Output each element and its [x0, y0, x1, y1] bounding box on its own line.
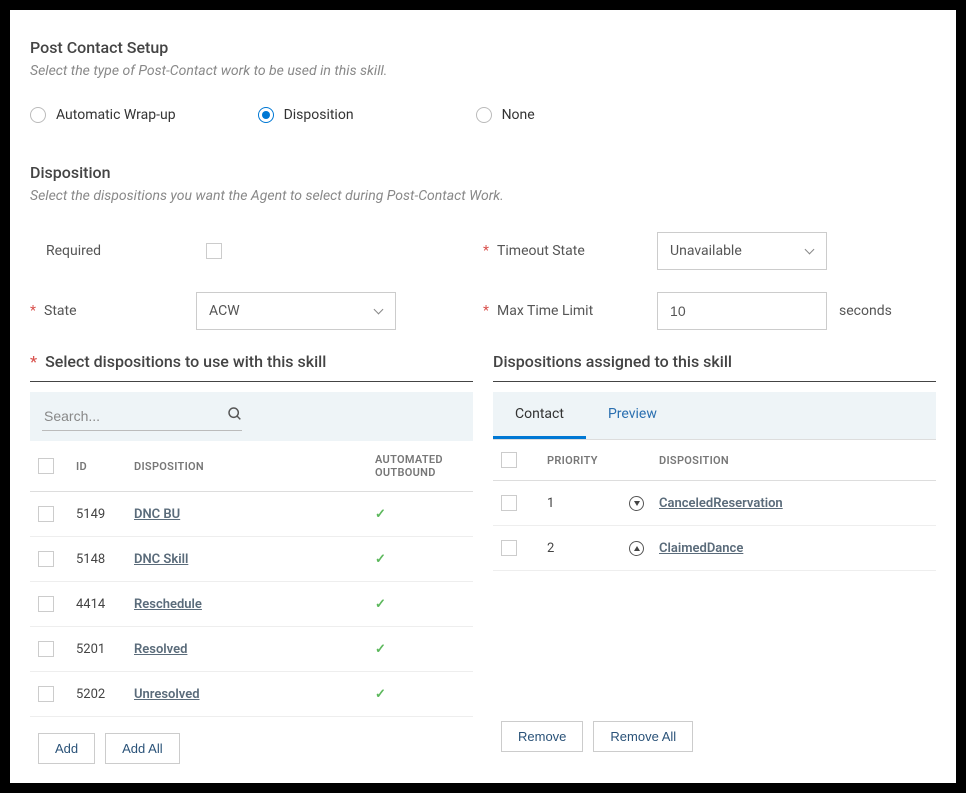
page-subtitle: Select the type of Post-Contact work to …	[30, 63, 936, 79]
row-id: 4414	[76, 597, 134, 612]
col-disposition[interactable]: DISPOSITION	[134, 460, 375, 473]
select-value: ACW	[209, 303, 240, 319]
tab-contact[interactable]: Contact	[493, 392, 586, 439]
radio-icon	[258, 107, 274, 123]
right-panel-title: Dispositions assigned to this skill	[493, 352, 732, 371]
radio-label: Disposition	[284, 107, 354, 123]
table-row: 5148 DNC Skill ✓	[30, 537, 473, 582]
search-icon[interactable]	[227, 406, 243, 426]
required-checkbox[interactable]	[206, 243, 222, 259]
radio-icon	[30, 107, 46, 123]
disposition-link[interactable]: Reschedule	[134, 597, 202, 612]
col-priority[interactable]: PRIORITY	[539, 454, 629, 467]
required-asterisk: *	[483, 243, 489, 259]
select-all-checkbox[interactable]	[38, 458, 54, 474]
arrow-up-icon	[634, 546, 640, 551]
row-priority: 2	[539, 541, 629, 556]
disposition-link[interactable]: DNC BU	[134, 507, 180, 522]
required-asterisk: *	[30, 352, 37, 371]
row-id: 5148	[76, 552, 134, 567]
disposition-subtitle: Select the dispositions you want the Age…	[30, 188, 936, 204]
disposition-link[interactable]: Resolved	[134, 642, 187, 657]
timeout-state-select[interactable]: Unavailable	[657, 232, 827, 270]
disposition-link[interactable]: Unresolved	[134, 687, 200, 702]
tabs: Contact Preview	[493, 392, 936, 440]
priority-up-button[interactable]	[629, 541, 644, 556]
table-row: 2 ClaimedDance	[493, 526, 936, 571]
radio-icon	[476, 107, 492, 123]
chevron-down-icon	[804, 246, 814, 256]
remove-button[interactable]: Remove	[501, 721, 583, 752]
check-icon: ✓	[375, 642, 386, 657]
row-checkbox[interactable]	[38, 506, 54, 522]
row-priority: 1	[539, 496, 629, 511]
timeout-state-label: Timeout State	[497, 243, 657, 259]
search-bar	[30, 392, 473, 441]
add-button[interactable]: Add	[38, 733, 95, 764]
row-checkbox[interactable]	[38, 551, 54, 567]
page-title: Post Contact Setup	[30, 38, 936, 57]
add-all-button[interactable]: Add All	[105, 733, 179, 764]
row-checkbox[interactable]	[38, 686, 54, 702]
row-checkbox[interactable]	[38, 596, 54, 612]
disposition-title: Disposition	[30, 163, 936, 182]
left-panel-title: Select dispositions to use with this ski…	[45, 352, 326, 371]
row-id: 5149	[76, 507, 134, 522]
required-label: Required	[46, 243, 206, 259]
row-checkbox[interactable]	[501, 540, 517, 556]
table-row: 5201 Resolved ✓	[30, 627, 473, 672]
check-icon: ✓	[375, 552, 386, 567]
select-all-checkbox[interactable]	[501, 452, 517, 468]
required-asterisk: *	[30, 303, 36, 319]
table-row: 4414 Reschedule ✓	[30, 582, 473, 627]
radio-none[interactable]: None	[476, 107, 535, 123]
col-disposition[interactable]: DISPOSITION	[659, 454, 928, 467]
radio-disposition[interactable]: Disposition	[258, 107, 354, 123]
post-contact-radio-group: Automatic Wrap-up Disposition None	[30, 107, 936, 123]
check-icon: ✓	[375, 687, 386, 702]
required-asterisk: *	[483, 303, 489, 319]
max-time-input[interactable]	[657, 292, 827, 330]
col-id[interactable]: ID	[76, 460, 134, 473]
state-label: State	[44, 303, 196, 319]
radio-label: None	[502, 107, 535, 123]
table-row: 1 CanceledReservation	[493, 481, 936, 526]
available-dispositions-panel: * Select dispositions to use with this s…	[30, 352, 473, 764]
table-header: ID DISPOSITION AUTOMATED OUTBOUND	[30, 441, 473, 492]
state-select[interactable]: ACW	[196, 292, 396, 330]
chevron-down-icon	[373, 306, 383, 316]
assigned-dispositions-panel: Dispositions assigned to this skill Cont…	[493, 352, 936, 764]
search-input[interactable]	[42, 402, 227, 430]
row-checkbox[interactable]	[38, 641, 54, 657]
max-time-unit: seconds	[839, 303, 892, 319]
tab-preview[interactable]: Preview	[586, 392, 679, 439]
table-row: 5202 Unresolved ✓	[30, 672, 473, 717]
radio-automatic-wrapup[interactable]: Automatic Wrap-up	[30, 107, 176, 123]
row-id: 5202	[76, 687, 134, 702]
disposition-link[interactable]: DNC Skill	[134, 552, 188, 567]
col-automated[interactable]: AUTOMATED OUTBOUND	[375, 453, 465, 479]
max-time-label: Max Time Limit	[497, 303, 657, 319]
arrow-down-icon	[634, 501, 640, 506]
disposition-link[interactable]: ClaimedDance	[659, 541, 743, 556]
check-icon: ✓	[375, 507, 386, 522]
table-header: PRIORITY DISPOSITION	[493, 440, 936, 481]
disposition-link[interactable]: CanceledReservation	[659, 496, 783, 511]
remove-all-button[interactable]: Remove All	[593, 721, 693, 752]
row-checkbox[interactable]	[501, 495, 517, 511]
check-icon: ✓	[375, 597, 386, 612]
row-id: 5201	[76, 642, 134, 657]
radio-label: Automatic Wrap-up	[56, 107, 176, 123]
priority-down-button[interactable]	[629, 496, 644, 511]
table-row: 5149 DNC BU ✓	[30, 492, 473, 537]
select-value: Unavailable	[670, 243, 742, 259]
